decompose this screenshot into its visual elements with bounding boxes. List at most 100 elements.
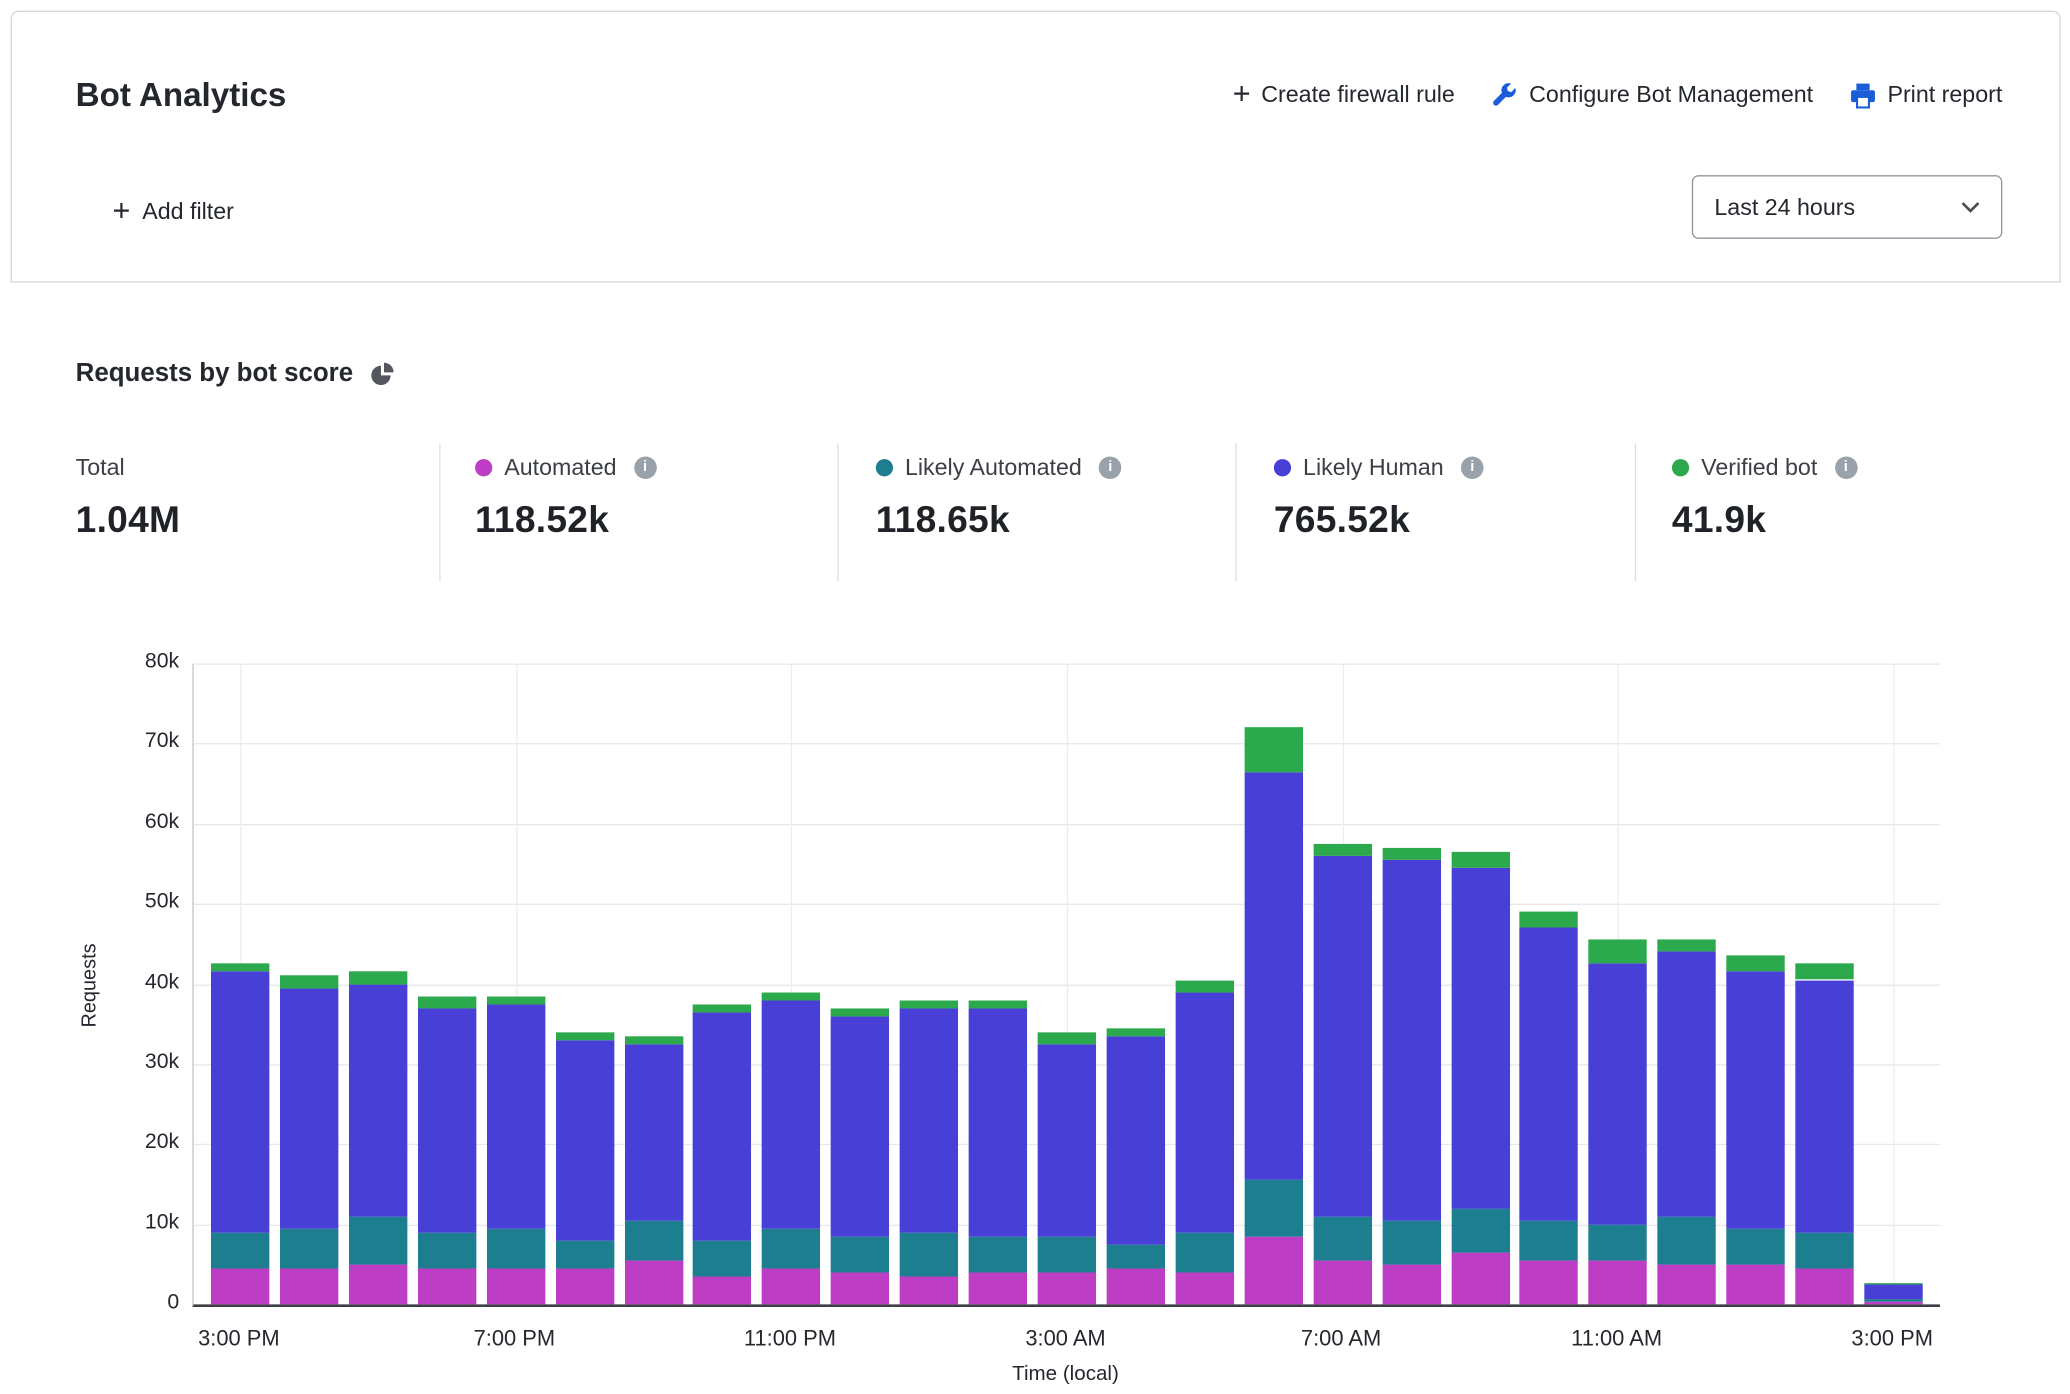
legend-dot-automated bbox=[475, 458, 492, 475]
total-label: Total bbox=[76, 453, 125, 481]
bar-segment bbox=[487, 1268, 545, 1304]
bar-segment bbox=[280, 1228, 338, 1268]
page-title: Bot Analytics bbox=[76, 77, 287, 115]
total-value: 1.04M bbox=[76, 499, 181, 541]
y-tick-label: 50k bbox=[106, 891, 179, 915]
stat-likely-human[interactable]: Likely Human i 765.52k bbox=[1274, 451, 1484, 541]
bar-segment bbox=[624, 1260, 682, 1304]
bar-segment bbox=[349, 1264, 407, 1304]
bar-segment bbox=[418, 1232, 476, 1268]
bar-segment bbox=[1382, 1220, 1440, 1264]
bar-segment bbox=[1864, 1284, 1922, 1285]
print-report-link[interactable]: Print report bbox=[1850, 81, 2002, 109]
bar-segment bbox=[211, 964, 269, 972]
bar-segment bbox=[1313, 1260, 1371, 1304]
gridline bbox=[1894, 663, 1895, 1304]
bar-segment bbox=[1727, 972, 1785, 1228]
bar-segment bbox=[1658, 1264, 1716, 1304]
bar-segment bbox=[1795, 964, 1853, 980]
bar-segment bbox=[418, 996, 476, 1008]
stat-total: Total 1.04M bbox=[76, 451, 181, 541]
bar-segment bbox=[1175, 1272, 1233, 1304]
stat-label: Likely Automated bbox=[905, 453, 1082, 481]
stat-value: 765.52k bbox=[1274, 499, 1484, 541]
bar-segment bbox=[969, 1272, 1027, 1304]
bar-segment bbox=[693, 1004, 751, 1012]
x-tick-label: 7:00 PM bbox=[474, 1327, 556, 1352]
legend-dot-verified-bot bbox=[1672, 458, 1689, 475]
info-icon[interactable]: i bbox=[1461, 456, 1484, 479]
plus-icon: + bbox=[1233, 78, 1251, 109]
stat-likely-automated[interactable]: Likely Automated i 118.65k bbox=[876, 451, 1122, 541]
divider bbox=[1235, 443, 1236, 581]
info-icon[interactable]: i bbox=[1099, 456, 1122, 479]
time-range-dropdown[interactable]: Last 24 hours bbox=[1692, 175, 2002, 239]
bar-segment bbox=[624, 1220, 682, 1260]
stat-label: Verified bot bbox=[1701, 453, 1817, 481]
configure-bot-management-link[interactable]: Configure Bot Management bbox=[1492, 81, 1813, 109]
bar-segment bbox=[1382, 860, 1440, 1221]
bar-segment bbox=[418, 1268, 476, 1304]
bar-segment bbox=[624, 1036, 682, 1044]
create-firewall-rule-link[interactable]: + Create firewall rule bbox=[1233, 80, 1455, 111]
bar-segment bbox=[1313, 1216, 1371, 1260]
add-filter-label: Add filter bbox=[142, 198, 234, 226]
bar-segment bbox=[1244, 1236, 1302, 1304]
bar-segment bbox=[349, 972, 407, 984]
divider bbox=[1635, 443, 1636, 581]
bar-segment bbox=[1175, 980, 1233, 992]
bar-segment bbox=[487, 1004, 545, 1228]
bar-segment bbox=[900, 1276, 958, 1304]
bar-segment bbox=[1175, 1232, 1233, 1272]
y-tick-label: 30k bbox=[106, 1051, 179, 1075]
bar-segment bbox=[693, 1240, 751, 1276]
bar-segment bbox=[624, 1044, 682, 1220]
bar-segment bbox=[1589, 964, 1647, 1224]
bar-segment bbox=[1451, 852, 1509, 868]
bar-segment bbox=[1864, 1299, 1922, 1302]
y-tick-label: 70k bbox=[106, 730, 179, 754]
y-axis-label: Requests bbox=[73, 663, 105, 1307]
info-icon[interactable]: i bbox=[1835, 456, 1858, 479]
x-tick-label: 7:00 AM bbox=[1301, 1327, 1381, 1352]
bar-segment bbox=[1382, 848, 1440, 860]
bar-segment bbox=[1520, 912, 1578, 928]
bar-segment bbox=[487, 1228, 545, 1268]
bar-segment bbox=[1451, 1208, 1509, 1252]
bar-segment bbox=[831, 1016, 889, 1236]
bar-segment bbox=[1175, 992, 1233, 1232]
stat-label: Automated bbox=[504, 453, 616, 481]
bar-segment bbox=[1520, 1220, 1578, 1260]
bar-segment bbox=[762, 1000, 820, 1228]
bar-segment bbox=[1520, 928, 1578, 1220]
bar-segment bbox=[1658, 940, 1716, 952]
x-tick-label: 3:00 PM bbox=[1851, 1327, 1933, 1352]
stat-verified-bot[interactable]: Verified bot i 41.9k bbox=[1672, 451, 1857, 541]
bar-segment bbox=[1864, 1284, 1922, 1298]
bar-segment bbox=[1864, 1302, 1922, 1304]
bar-segment bbox=[418, 1008, 476, 1232]
divider bbox=[837, 443, 838, 581]
bar-segment bbox=[1313, 844, 1371, 856]
chevron-down-icon bbox=[1961, 201, 1980, 213]
bar-segment bbox=[1589, 1224, 1647, 1260]
bar-segment bbox=[1658, 952, 1716, 1216]
add-filter-button[interactable]: + Add filter bbox=[76, 180, 271, 242]
bar-segment bbox=[555, 1240, 613, 1268]
stat-automated[interactable]: Automated i 118.52k bbox=[475, 451, 656, 541]
requests-chart: Requests Time (local) 010k20k30k40k50k60… bbox=[0, 663, 2070, 1394]
info-icon[interactable]: i bbox=[634, 456, 657, 479]
bar-segment bbox=[555, 1032, 613, 1040]
bar-segment bbox=[831, 1008, 889, 1016]
wrench-icon bbox=[1492, 82, 1519, 109]
bar-segment bbox=[1382, 1264, 1440, 1304]
stat-label: Likely Human bbox=[1303, 453, 1444, 481]
bar-segment bbox=[900, 1008, 958, 1232]
bar-segment bbox=[1244, 728, 1302, 772]
legend-dot-likely-human bbox=[1274, 458, 1291, 475]
plot-area bbox=[192, 663, 1940, 1307]
bar-segment bbox=[1795, 1268, 1853, 1304]
bar-segment bbox=[831, 1236, 889, 1272]
plus-icon: + bbox=[112, 195, 130, 226]
bar-segment bbox=[1658, 1216, 1716, 1264]
